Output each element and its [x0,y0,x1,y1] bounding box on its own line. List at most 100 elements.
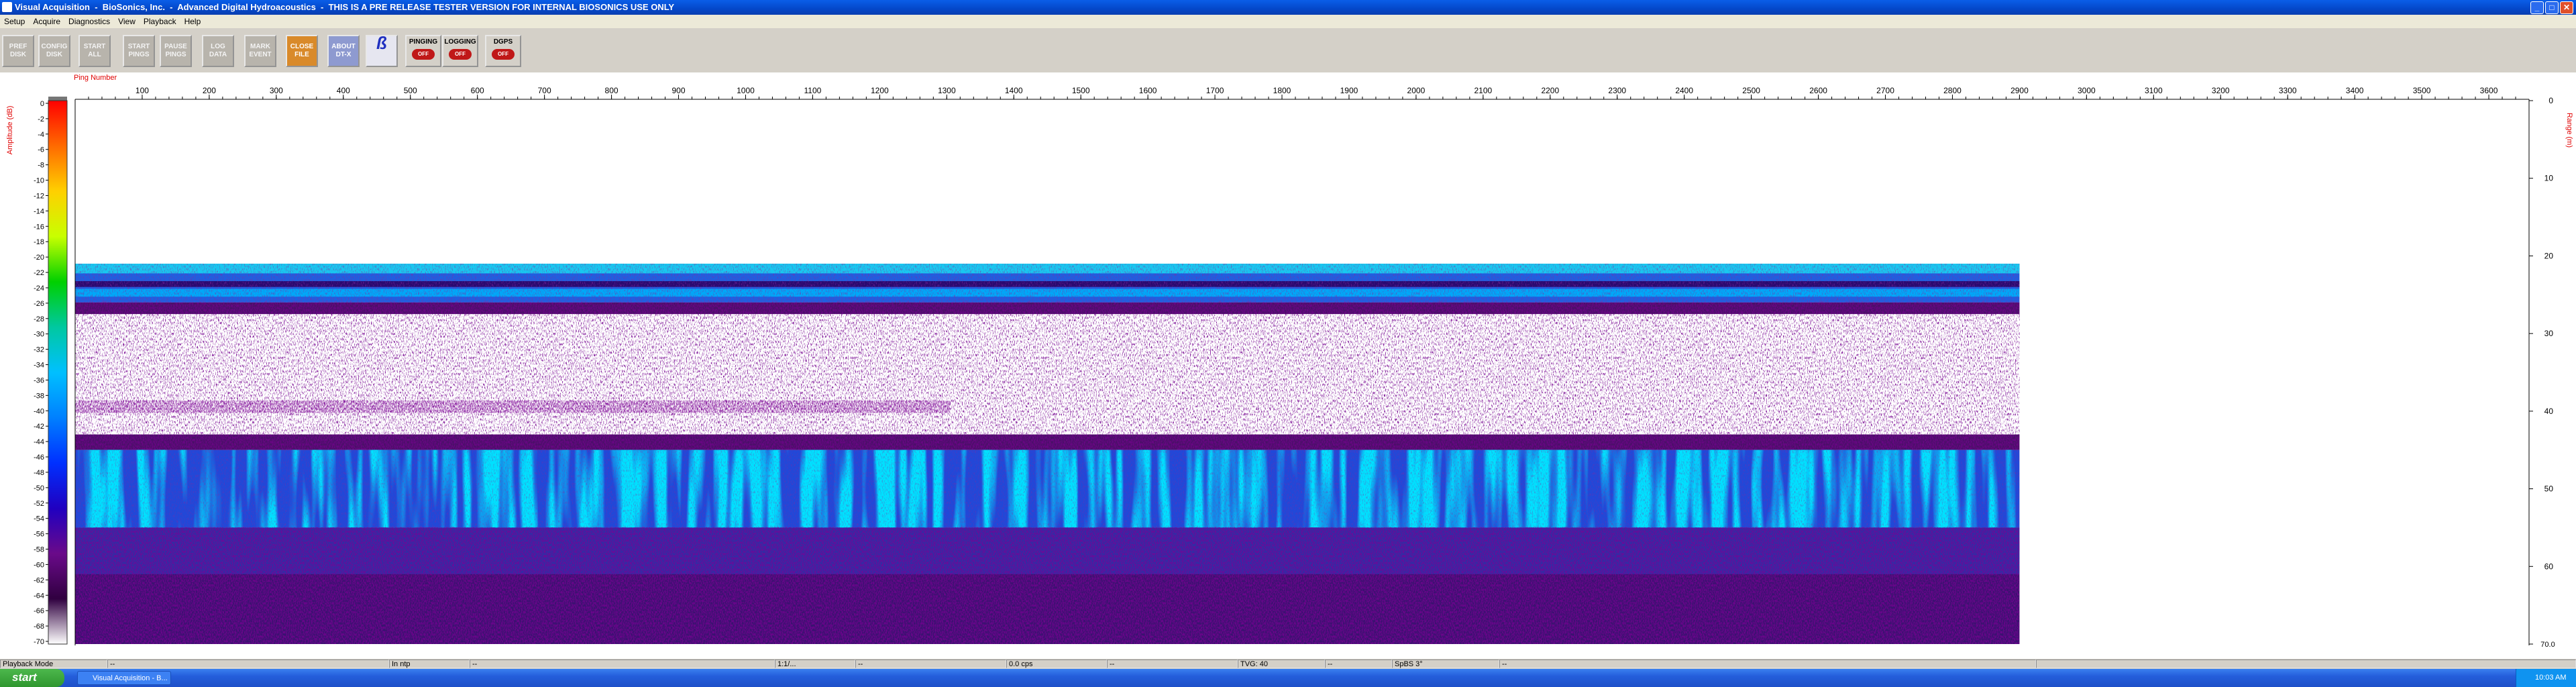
amplitude-color-scale [48,100,68,645]
pause-pings-button[interactable]: PAUSE PINGS [160,35,192,67]
bottom-layer [75,450,2020,528]
x-tick-label: 3200 [2212,86,2230,95]
x-tick-label: 1000 [737,86,755,95]
pinging-toggle[interactable]: PINGING OFF [405,35,441,67]
close-file-button[interactable]: CLOSE FILE [286,35,318,67]
status-mode: Playback Mode [0,659,107,668]
water-column-speckle [75,314,2020,435]
toggle-state: OFF [449,49,472,60]
menu-playback[interactable]: Playback [140,15,180,28]
x-tick-label: 1700 [1206,86,1224,95]
close-window-button[interactable]: ✕ [2560,1,2573,14]
status-cell: -- [107,659,389,668]
menu-diagnostics[interactable]: Diagnostics [64,15,114,28]
amplitude-tick-label: -24 [34,284,44,293]
amplitude-tick-label: -42 [34,423,44,431]
x-tick-label: 2800 [1943,86,1962,95]
amplitude-tick-label: -48 [34,469,44,477]
amplitude-axis-title: Amplitude (dB) [6,105,14,155]
echogram-panel: 0 -2 -4 -6 -8 -10 -12 -14 -16 -18 -20 -22 -24 -26 -28 -… [0,72,2576,658]
amplitude-tick-label: -62 [34,576,44,584]
x-tick-label: 800 [605,86,619,95]
logging-toggle[interactable]: LOGGING OFF [442,35,478,67]
status-tvg: TVG: 40 [1238,659,1325,668]
x-tick-label: 3400 [2346,86,2364,95]
button-label: CONFIG DISK [41,43,68,58]
amplitude-tick-label: -52 [34,500,44,508]
start-button[interactable]: start [0,669,64,687]
x-tick-label: 1100 [804,86,821,95]
minimize-button[interactable]: _ [2530,1,2544,14]
dgps-toggle[interactable]: DGPS OFF [485,35,521,67]
water-column-layer [75,314,2020,435]
amplitude-tick-label: -28 [34,315,44,323]
toggle-label: PINGING [409,38,438,46]
pref-disk-button[interactable]: PREF DISK [2,35,34,67]
button-label: LOG DATA [209,43,227,58]
range-tick-label: 10 [2544,174,2554,183]
status-cell: -- [1499,659,2036,668]
x-tick-label: 700 [538,86,551,95]
purple-speckle [75,302,2020,315]
status-file: In ntp [389,659,470,668]
amplitude-tick-label: -68 [34,623,44,631]
amplitude-tick-label: -4 [38,131,44,139]
amplitude-tick-label: -46 [34,454,44,462]
menu-setup[interactable]: Setup [0,15,29,28]
purple-speckle [75,434,2020,450]
button-label: MARK EVENT [249,43,272,58]
x-tick-label: 600 [471,86,484,95]
purple-layer [75,434,2020,450]
amplitude-tick-label: 0 [40,100,44,108]
amplitude-tick-label: -18 [34,238,44,246]
range-tick-label: 50 [2544,484,2554,494]
x-tick-label: 3300 [2279,86,2297,95]
menu-bar: Setup Acquire Diagnostics View Playback Help [0,15,2576,28]
x-tick-label: 1400 [1005,86,1023,95]
button-label: PAUSE PINGS [164,43,187,58]
mark-event-button[interactable]: MARK EVENT [244,35,276,67]
amplitude-tick-label: -40 [34,407,44,415]
echogram-view[interactable]: 0 -2 -4 -6 -8 -10 -12 -14 -16 -18 -20 -22 -24 -26 -28 -… [0,72,2576,658]
toggle-state: OFF [412,49,435,60]
x-tick-label: 1300 [938,86,956,95]
x-tick-label: 2700 [1876,86,1894,95]
menu-help[interactable]: Help [180,15,205,28]
bottom-speckle [75,450,2020,528]
x-tick-label: 2900 [2010,86,2029,95]
subbottom-speckle [75,527,2020,644]
range-tick-label: 30 [2544,329,2554,338]
range-tick-label: 60 [2544,562,2554,571]
maximize-button[interactable]: □ [2545,1,2559,14]
range-axis-title: Range (m) [2565,113,2573,148]
biosonics-logo-icon: ß [366,34,398,67]
range-tick-label: 40 [2544,407,2554,416]
amplitude-tick-label: -6 [38,146,44,154]
x-tick-label: 1200 [871,86,889,95]
start-label: start [12,671,37,684]
taskbar-item-visual-acquisition[interactable]: Visual Acquisition - B... [77,671,171,685]
config-disk-button[interactable]: CONFIG DISK [38,35,70,67]
amplitude-tick-label: -16 [34,223,44,231]
amplitude-tick-label: -26 [34,300,44,308]
x-tick-label: 1600 [1139,86,1157,95]
about-dtx-button[interactable]: ABOUT DT-X [327,35,360,67]
x-tick-label: 1900 [1340,86,1358,95]
x-tick-label: 3000 [2078,86,2096,95]
amplitude-tick-label: -8 [38,162,44,170]
status-ratio: 1:1/... [775,659,855,668]
amplitude-tick-label: -30 [34,331,44,339]
start-pings-button[interactable]: START PINGS [123,35,155,67]
button-label: START PINGS [127,43,150,58]
x-tick-label: 1800 [1273,86,1291,95]
x-tick-label: 200 [203,86,216,95]
start-all-button[interactable]: START ALL [78,35,111,67]
status-rate: 0.0 cps [1006,659,1107,668]
amplitude-tick-label: -54 [34,515,44,523]
toggle-state: OFF [492,49,515,60]
menu-acquire[interactable]: Acquire [29,15,64,28]
menu-view[interactable]: View [114,15,140,28]
app-icon [2,2,12,12]
log-data-button[interactable]: LOG DATA [202,35,234,67]
range-tick-label: 20 [2544,251,2554,260]
